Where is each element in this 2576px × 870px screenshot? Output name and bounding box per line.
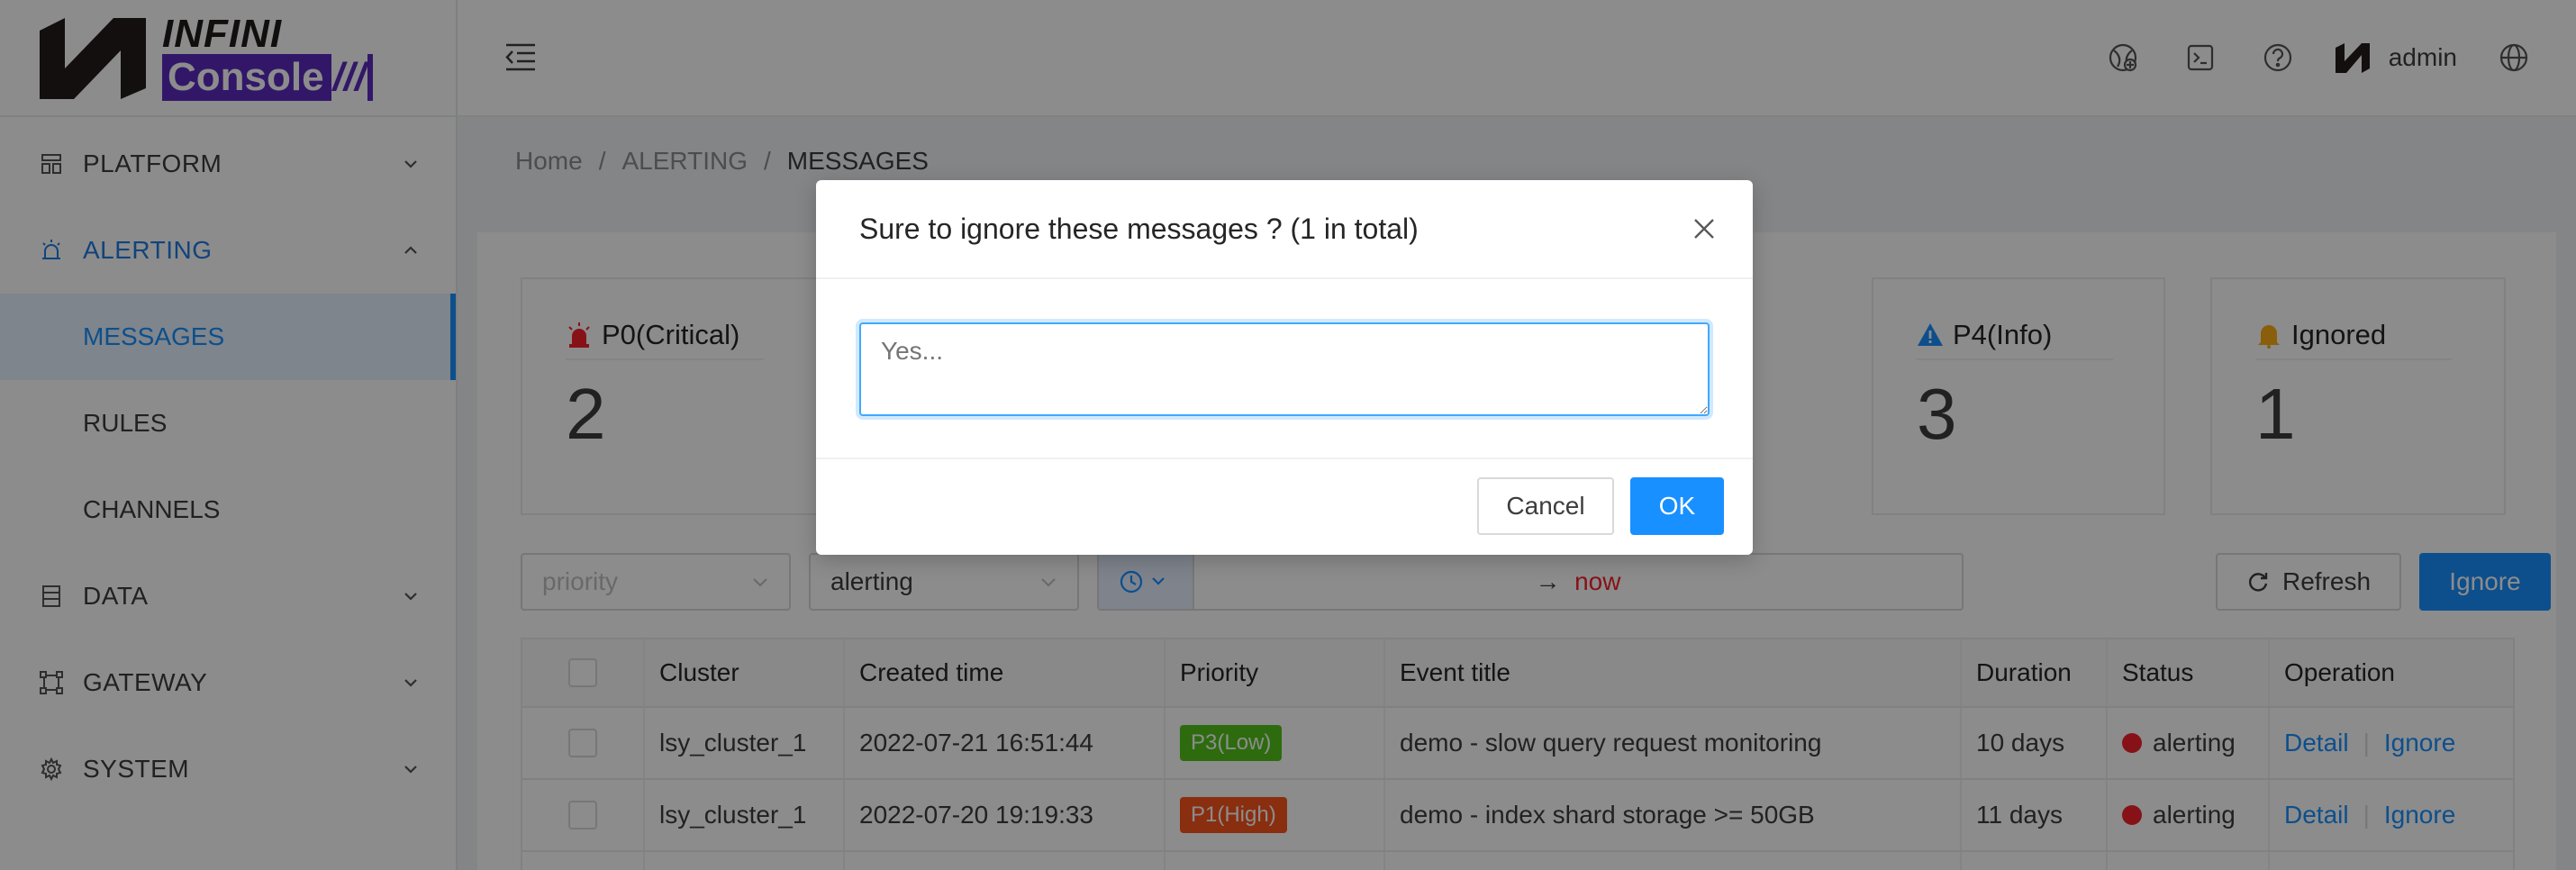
cancel-button[interactable]: Cancel [1477,477,1614,535]
close-icon[interactable] [1688,213,1720,245]
ignore-reason-textarea[interactable] [859,322,1710,416]
ignore-confirm-modal: Sure to ignore these messages ? (1 in to… [816,180,1753,555]
ok-button[interactable]: OK [1630,477,1724,535]
modal-title: Sure to ignore these messages ? (1 in to… [859,212,1419,245]
